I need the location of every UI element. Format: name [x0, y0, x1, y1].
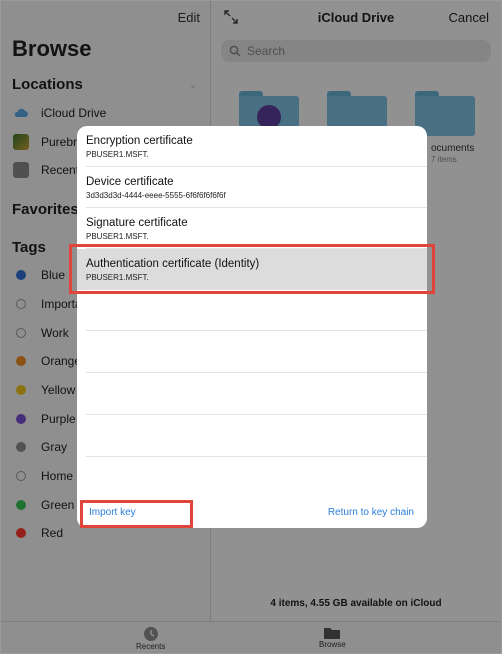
certificate-subtitle: PBUSER1.MSFT. — [86, 150, 149, 159]
app-window: Edit Browse Locations ⌄ iCloud Drive Pur… — [0, 0, 502, 654]
certificate-row-encryption[interactable]: Encryption certificate PBUSER1.MSFT. — [77, 126, 427, 167]
certificate-row-device[interactable]: Device certificate 3d3d3d3d-4444-eeee-55… — [77, 167, 427, 208]
return-to-key-chain-button[interactable]: Return to key chain — [328, 507, 414, 518]
highlight-import-key — [80, 500, 193, 528]
certificate-picker-dialog: Encryption certificate PBUSER1.MSFT. Dev… — [77, 126, 427, 528]
highlight-authentication-row — [69, 244, 435, 294]
empty-row — [77, 416, 427, 457]
certificate-title: Device certificate — [86, 176, 174, 188]
certificate-title: Encryption certificate — [86, 135, 193, 147]
certificate-subtitle: 3d3d3d3d-4444-eeee-5555-6f6f6f6f6f6f — [86, 191, 226, 200]
certificate-title: Signature certificate — [86, 217, 188, 229]
empty-row — [77, 374, 427, 415]
empty-row — [77, 332, 427, 373]
empty-row — [77, 290, 427, 331]
certificate-row-signature[interactable]: Signature certificate PBUSER1.MSFT. — [77, 208, 427, 249]
certificate-subtitle: PBUSER1.MSFT. — [86, 232, 149, 241]
